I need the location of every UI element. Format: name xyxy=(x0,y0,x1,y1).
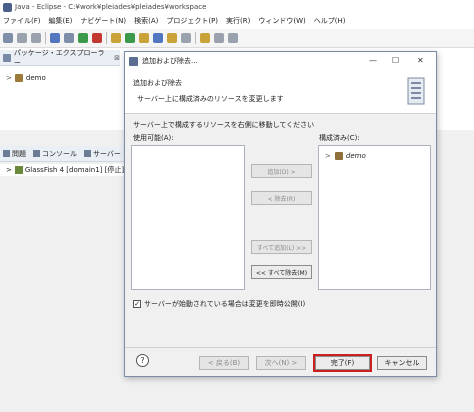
add-remove-dialog: 追加および除去... — ☐ ✕ 追加および除去 サーバー上に構成済みのリソース… xyxy=(124,51,437,377)
open-folder-icon[interactable] xyxy=(167,33,177,43)
tab-console-label: コンソール xyxy=(42,149,77,158)
available-list[interactable] xyxy=(131,145,245,290)
run-icon[interactable] xyxy=(78,33,88,43)
tab-problems[interactable]: 問題 xyxy=(3,149,26,159)
header-description: サーバー上に構成済みのリソースを変更します xyxy=(137,95,284,103)
web-module-icon xyxy=(334,152,343,160)
bottom-view-tabs: 問題 コンソール サーバー xyxy=(0,146,130,162)
chevron-right-icon[interactable]: > xyxy=(6,74,12,82)
tab-servers-label: サーバー xyxy=(93,149,121,158)
package-explorer-tab[interactable]: パッケージ・エクスプローラー ⊠ xyxy=(0,48,120,67)
publish-option[interactable]: ✓ サーバーが始動されている場合は変更を即時公開(I) xyxy=(133,299,305,309)
menu-run[interactable]: 実行(R) xyxy=(226,16,250,26)
menu-file[interactable]: ファイル(F) xyxy=(3,16,41,26)
package-explorer-tab-label: パッケージ・エクスプローラー xyxy=(13,48,105,67)
add-button[interactable]: 追加(D) > xyxy=(251,164,312,178)
back-icon[interactable] xyxy=(214,33,224,43)
terminal-icon[interactable] xyxy=(50,33,60,43)
menu-search[interactable]: 検索(A) xyxy=(134,16,158,26)
menu-navigate[interactable]: ナビゲート(N) xyxy=(80,16,126,26)
maximize-icon[interactable]: ☐ xyxy=(392,56,399,65)
package-explorer-icon xyxy=(3,53,11,62)
publish-checkbox[interactable]: ✓ xyxy=(133,300,141,308)
dialog-footer: ? < 戻る(B) 次へ(N) > 完了(F) キャンセル xyxy=(125,347,436,376)
configured-label: 構成済み(C): xyxy=(319,134,360,142)
dialog-titlebar: 追加および除去... — ☐ ✕ xyxy=(125,52,436,70)
tree-item-project[interactable]: > demo xyxy=(0,72,120,84)
project-label: demo xyxy=(25,74,46,82)
tab-servers[interactable]: サーバー xyxy=(84,149,121,159)
remove-all-button[interactable]: << すべて除去(M) xyxy=(251,265,312,279)
tab-problems-label: 問題 xyxy=(12,149,26,158)
main-toolbar xyxy=(0,29,474,48)
publish-checkbox-label: サーバーが始動されている場合は変更を即時公開(I) xyxy=(144,300,306,308)
header-title: 追加および除去 xyxy=(133,79,182,87)
dialog-icon xyxy=(129,56,138,66)
server-entry[interactable]: > GlassFish 4 [domain1] [停止] xyxy=(0,164,130,176)
window-titlebar: Java - Eclipse - C:¥work¥pleiades¥pleiad… xyxy=(0,0,474,14)
menu-project[interactable]: プロジェクト(P) xyxy=(166,16,218,26)
forward-icon[interactable] xyxy=(228,33,238,43)
instruction-text: サーバー上で構成するリソースを右側に移動してください xyxy=(133,121,315,129)
remove-button[interactable]: < 除去(R) xyxy=(251,191,312,205)
close-icon[interactable]: ✕ xyxy=(417,56,424,65)
package-explorer-view: パッケージ・エクスプローラー ⊠ > demo xyxy=(0,48,120,130)
debug-icon[interactable] xyxy=(64,33,74,43)
toolbar-separator xyxy=(195,32,196,44)
chevron-right-icon[interactable]: > xyxy=(325,152,331,160)
minimize-icon[interactable]: — xyxy=(369,56,377,65)
configured-item-label: demo xyxy=(345,152,366,160)
server-entry-label: GlassFish 4 [domain1] [停止] xyxy=(24,166,125,174)
close-icon[interactable]: ⊠ xyxy=(114,54,120,62)
finish-button[interactable]: 完了(F) xyxy=(315,356,370,370)
back-button[interactable]: < 戻る(B) xyxy=(199,356,249,370)
new-class-icon[interactable] xyxy=(125,33,135,43)
annotation-icon[interactable] xyxy=(181,33,191,43)
save-icon[interactable] xyxy=(17,33,27,43)
menu-help[interactable]: ヘルプ(H) xyxy=(314,16,346,26)
chevron-right-icon[interactable]: > xyxy=(6,166,12,174)
dialog-header: 追加および除去 サーバー上に構成済みのリソースを変更します xyxy=(125,70,436,114)
open-type-icon[interactable] xyxy=(139,33,149,43)
menu-edit[interactable]: 編集(E) xyxy=(49,16,73,26)
save-all-icon[interactable] xyxy=(31,33,41,43)
eclipse-logo-icon xyxy=(3,2,12,12)
list-item[interactable]: > demo xyxy=(319,150,430,162)
next-button[interactable]: 次へ(N) > xyxy=(256,356,306,370)
new-package-icon[interactable] xyxy=(111,33,121,43)
servers-icon xyxy=(84,150,91,157)
tab-console[interactable]: コンソール xyxy=(33,149,77,159)
search-icon[interactable] xyxy=(153,33,163,43)
dialog-title: 追加および除去... xyxy=(142,57,198,65)
menu-window[interactable]: ウィンドウ(W) xyxy=(258,16,305,26)
external-tools-icon[interactable] xyxy=(92,33,102,43)
toolbar-separator xyxy=(106,32,107,44)
configured-list[interactable]: > demo xyxy=(318,145,431,290)
server-wizard-icon xyxy=(407,77,425,105)
available-label: 使用可能(A): xyxy=(133,134,174,142)
glassfish-server-icon xyxy=(14,166,23,174)
menubar: ファイル(F) 編集(E) ナビゲート(N) 検索(A) プロジェクト(P) 実… xyxy=(0,14,474,28)
console-icon xyxy=(33,150,40,157)
window-title: Java - Eclipse - C:¥work¥pleiades¥pleiad… xyxy=(15,3,207,11)
project-folder-icon xyxy=(14,74,23,82)
help-icon[interactable]: ? xyxy=(136,354,149,367)
new-icon[interactable] xyxy=(3,33,13,43)
toolbar-separator xyxy=(45,32,46,44)
last-edit-icon[interactable] xyxy=(200,33,210,43)
add-all-button[interactable]: すべて追加(L) >> xyxy=(251,240,312,254)
problems-icon xyxy=(3,150,10,157)
cancel-button[interactable]: キャンセル xyxy=(377,356,427,370)
